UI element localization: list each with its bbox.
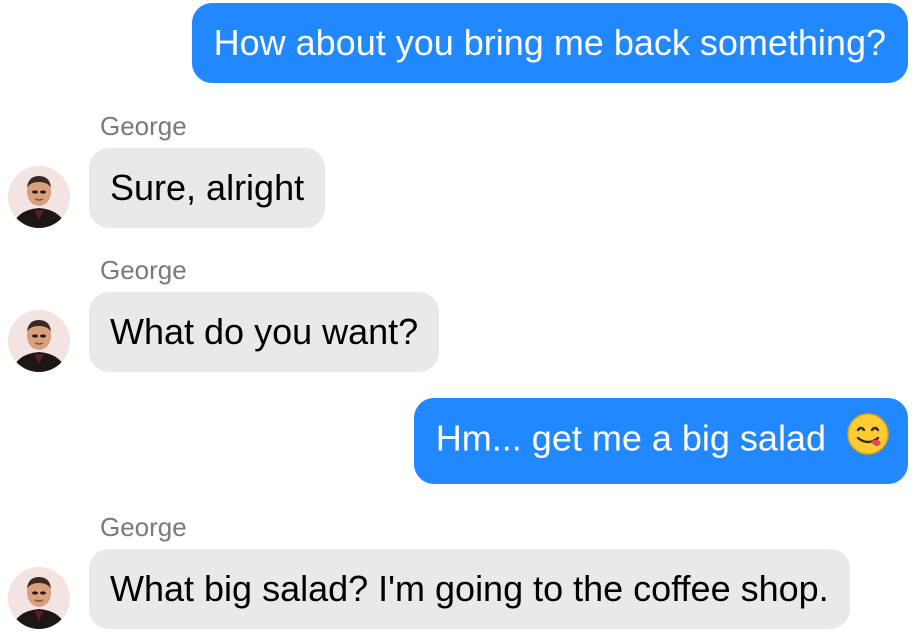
avatar-george-icon[interactable] <box>8 567 70 629</box>
avatar-george-icon[interactable] <box>8 310 70 372</box>
sender-name: George <box>100 111 187 141</box>
incoming-message-bubble[interactable]: What do you want? <box>89 292 440 372</box>
message-text: How about you bring me back something? <box>213 22 886 63</box>
sender-name: George <box>100 255 187 285</box>
message-text: What do you want? <box>110 311 419 352</box>
message-text: Sure, alright <box>110 167 305 208</box>
message-text: Hm... get me a big salad <box>435 417 826 459</box>
message-thread: How about you bring me back something? G… <box>0 0 923 640</box>
outgoing-message-bubble[interactable]: How about you bring me back something? <box>191 3 908 83</box>
incoming-message-bubble[interactable]: Sure, alright <box>89 148 326 228</box>
outgoing-message-bubble[interactable]: Hm... get me a big salad <box>413 398 908 484</box>
face-savoring-food-emoji-icon <box>846 412 890 464</box>
sender-name: George <box>100 512 187 542</box>
avatar-george-icon[interactable] <box>8 166 70 228</box>
incoming-message-bubble[interactable]: What big salad? I'm going to the coffee … <box>89 549 850 629</box>
message-text: What big salad? I'm going to the coffee … <box>110 568 829 609</box>
